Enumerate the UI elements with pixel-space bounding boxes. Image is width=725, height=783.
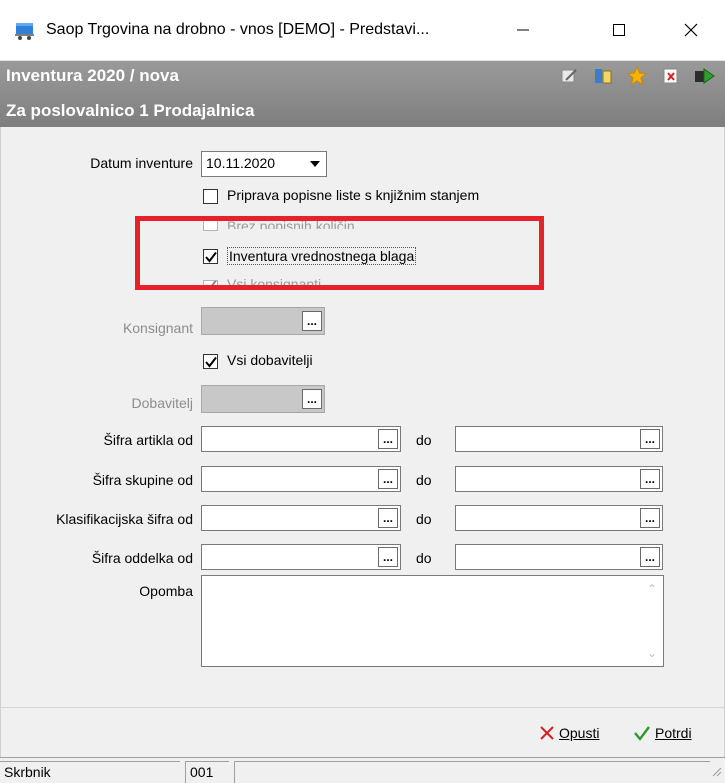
checkbox-vsi-dobavitelji[interactable] xyxy=(203,354,218,369)
confirm-button[interactable]: Potrdi xyxy=(633,725,692,741)
table-icon[interactable] xyxy=(592,65,614,87)
status-user: Skrbnik xyxy=(0,761,180,783)
minimize-button[interactable] xyxy=(500,13,546,49)
close-icon xyxy=(684,23,698,40)
konsignant-label: Konsignant xyxy=(122,320,193,336)
konsignant-field: ... xyxy=(201,307,325,335)
skupina-to-input[interactable]: ... xyxy=(455,466,663,492)
datum-label: Datum inventure xyxy=(90,155,193,171)
maximize-icon xyxy=(612,23,626,40)
maximize-button[interactable] xyxy=(596,13,642,49)
dobavitelj-field: ... xyxy=(201,385,325,413)
oddelek-from-lookup-button[interactable]: ... xyxy=(378,547,398,567)
status-code: 001 xyxy=(185,761,229,783)
close-icon xyxy=(540,726,554,740)
checkbox-vsi-dobavitelji-label: Vsi dobavitelji xyxy=(227,352,313,368)
chevron-down-icon[interactable] xyxy=(304,152,326,176)
opomba-textarea[interactable]: ⌃ ⌄ xyxy=(201,575,664,667)
opomba-label: Opomba xyxy=(139,583,193,599)
cancel-button[interactable]: Opusti xyxy=(539,725,599,741)
oddelek-to-input[interactable]: ... xyxy=(455,544,663,570)
confirm-button-label: Potrdi xyxy=(655,725,692,741)
range-to-label: do xyxy=(416,511,432,527)
star-icon[interactable] xyxy=(626,65,648,87)
checkbox-priprava-label: Priprava popisne liste s knjižnim stanje… xyxy=(227,187,480,203)
scroll-up-icon[interactable]: ⌃ xyxy=(647,582,657,596)
artikel-from-lookup-button[interactable]: ... xyxy=(378,429,398,449)
artikel-to-input[interactable]: ... xyxy=(455,426,663,452)
header-subtitle: Za poslovalnico 1 Prodajalnica xyxy=(6,101,255,120)
oddelek-to-lookup-button[interactable]: ... xyxy=(640,547,660,567)
status-bar: Skrbnik 001 xyxy=(0,757,725,783)
klasifikacija-to-lookup-button[interactable]: ... xyxy=(640,508,660,528)
skupina-from-lookup-button[interactable]: ... xyxy=(378,469,398,489)
range-label-klasifikacija: Klasifikacijska šifra od xyxy=(56,511,193,527)
skupina-to-lookup-button[interactable]: ... xyxy=(640,469,660,489)
range-label-skupina: Šifra skupine od xyxy=(92,472,193,488)
checkmark-icon xyxy=(634,726,650,741)
dobavitelj-lookup-button: ... xyxy=(302,389,322,409)
checkmark-icon xyxy=(204,356,217,368)
range-to-label: do xyxy=(416,432,432,448)
skupina-from-input[interactable]: ... xyxy=(201,466,401,492)
header-title: Inventura 2020 / nova xyxy=(6,66,179,85)
highlight-box xyxy=(135,216,544,290)
range-to-label: do xyxy=(416,472,432,488)
oddelek-from-input[interactable]: ... xyxy=(201,544,401,570)
exit-icon[interactable] xyxy=(694,65,716,87)
artikel-from-input[interactable]: ... xyxy=(201,426,401,452)
checkbox-priprava[interactable] xyxy=(203,189,218,204)
scroll-down-icon[interactable]: ⌄ xyxy=(647,646,657,660)
form-header: Inventura 2020 / nova Za poslovalnico 1 … xyxy=(0,61,725,127)
status-message xyxy=(234,761,710,783)
datum-value: 10.11.2020 xyxy=(206,155,276,171)
delete-icon[interactable] xyxy=(660,65,682,87)
minimize-icon xyxy=(516,23,530,40)
dobavitelj-label: Dobavitelj xyxy=(131,395,193,411)
close-button[interactable] xyxy=(668,13,714,49)
shopping-cart-icon xyxy=(14,20,36,42)
window-titlebar: Saop Trgovina na drobno - vnos [DEMO] - … xyxy=(0,0,725,61)
artikel-to-lookup-button[interactable]: ... xyxy=(640,429,660,449)
klasifikacija-to-input[interactable]: ... xyxy=(455,505,663,531)
resize-grip-icon[interactable] xyxy=(710,764,722,780)
klasifikacija-from-lookup-button[interactable]: ... xyxy=(378,508,398,528)
range-label-oddelek: Šifra oddelka od xyxy=(91,550,193,566)
range-label-artikel: Šifra artikla od xyxy=(103,432,193,448)
klasifikacija-from-input[interactable]: ... xyxy=(201,505,401,531)
cancel-button-label: Opusti xyxy=(559,725,600,741)
window-title: Saop Trgovina na drobno - vnos [DEMO] - … xyxy=(46,21,430,38)
edit-icon[interactable] xyxy=(558,65,580,87)
datum-combobox[interactable]: 10.11.2020 xyxy=(201,151,327,177)
range-to-label: do xyxy=(416,550,432,566)
konsignant-lookup-button: ... xyxy=(302,311,322,331)
action-bar: Opusti Potrdi xyxy=(0,707,725,757)
